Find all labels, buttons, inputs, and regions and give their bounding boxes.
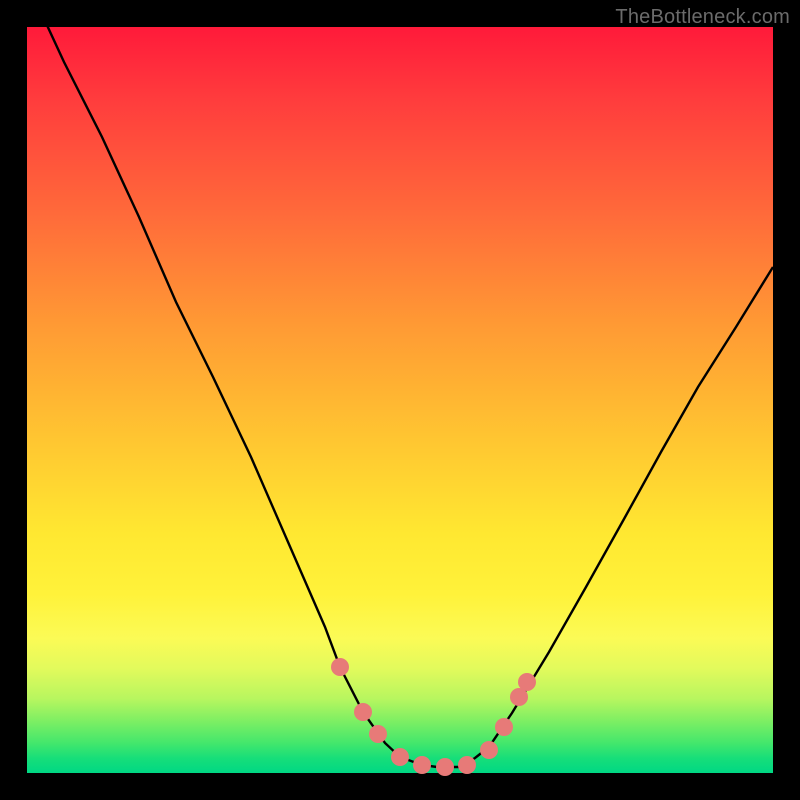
- watermark-text: TheBottleneck.com: [615, 6, 790, 29]
- chart-frame: TheBottleneck.com: [0, 0, 800, 800]
- curve-path: [27, 0, 773, 767]
- plot-area: [27, 27, 773, 773]
- highlight-dots: [331, 658, 536, 776]
- bottleneck-curve: [27, 27, 773, 773]
